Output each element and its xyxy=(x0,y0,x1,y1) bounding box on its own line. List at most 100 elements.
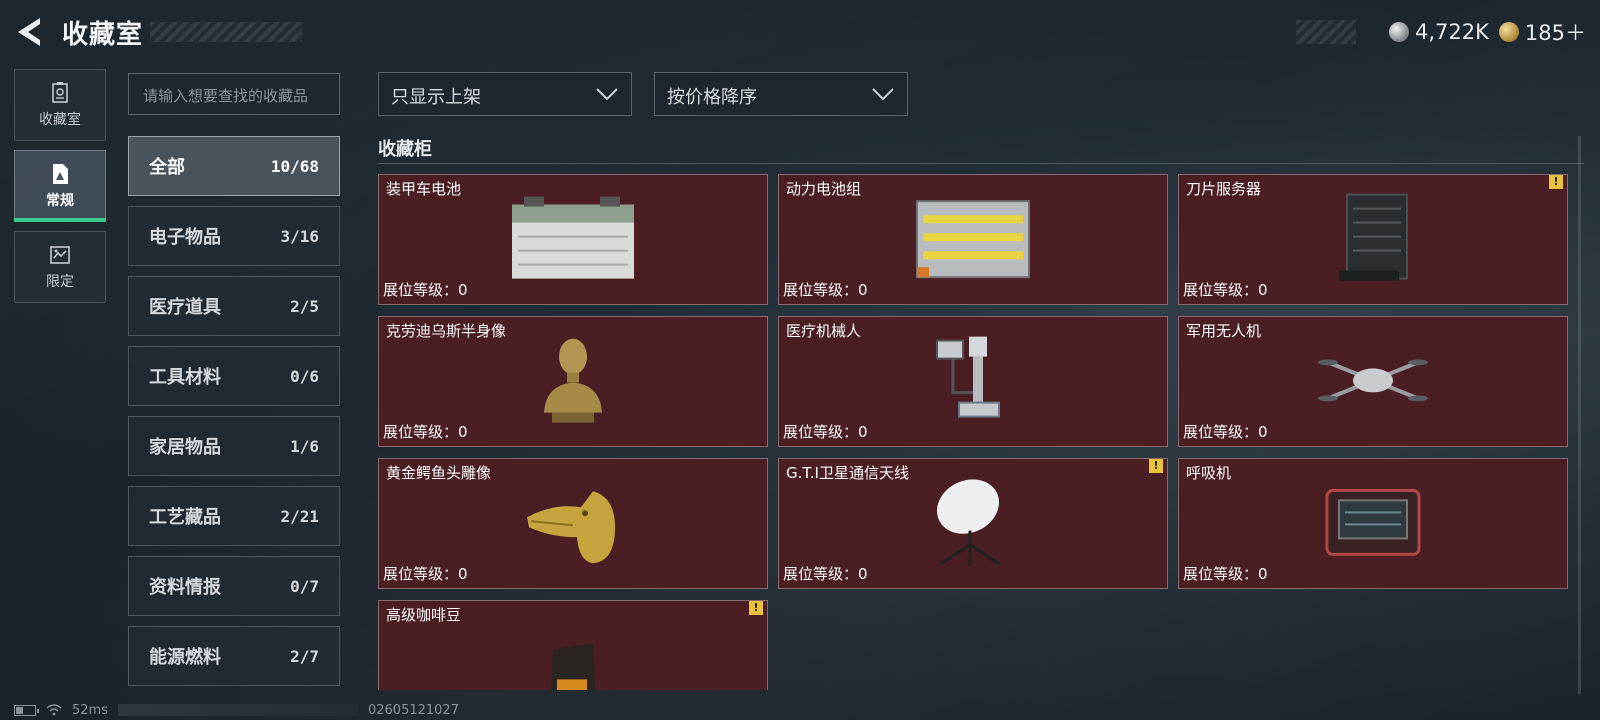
item-name: 高级咖啡豆 xyxy=(386,606,462,624)
shelf-filter-dropdown[interactable]: 只显示上架 xyxy=(378,72,632,116)
collection-card[interactable]: 高级咖啡豆 ! 展位等级：0 xyxy=(378,600,768,690)
category-household[interactable]: 家居物品 1/6 xyxy=(128,416,340,476)
category-count: 1/6 xyxy=(290,436,319,456)
bust-icon xyxy=(544,338,602,423)
category-tools[interactable]: 工具材料 0/6 xyxy=(128,346,340,406)
silver-currency: 4,722K xyxy=(1389,20,1489,44)
silver-currency-value: 4,722K xyxy=(1415,20,1489,44)
collection-card[interactable]: 医疗机械人 展位等级：0 xyxy=(778,316,1168,447)
item-name: 呼吸机 xyxy=(1186,464,1232,482)
item-name: 医疗机械人 xyxy=(786,322,862,340)
blade-server-icon xyxy=(1339,193,1408,281)
sort-order-dropdown[interactable]: 按价格降序 xyxy=(654,72,908,116)
collection-room-icon xyxy=(52,82,68,103)
category-name: 医疗道具 xyxy=(149,297,221,318)
category-name: 工具材料 xyxy=(149,367,221,388)
medical-robot-icon xyxy=(936,336,1000,418)
left-nav: 收藏室 常规 限定 xyxy=(14,69,106,312)
search-placeholder: 请输入想要查找的收藏品 xyxy=(143,87,309,105)
scrollbar[interactable] xyxy=(1578,136,1581,694)
alert-icon: ! xyxy=(1549,175,1563,189)
back-button[interactable] xyxy=(14,16,44,48)
power-battery-pack-icon xyxy=(916,199,1030,278)
category-name: 家居物品 xyxy=(149,437,221,458)
section-divider xyxy=(378,163,1584,164)
booth-level: 展位等级：0 xyxy=(783,565,868,583)
nav-collection-room[interactable]: 收藏室 xyxy=(14,69,106,141)
nav-limited[interactable]: 限定 xyxy=(14,231,106,303)
item-name: 军用无人机 xyxy=(1186,322,1262,340)
booth-level: 展位等级：0 xyxy=(383,423,468,441)
battery-icon xyxy=(512,196,634,279)
gold-coin-icon xyxy=(1498,22,1519,42)
category-energy[interactable]: 能源燃料 2/7 xyxy=(128,626,340,686)
build-number: 02605121027 xyxy=(367,702,459,718)
collection-grid: 装甲车电池 展位等级：0 动力电池组 展位等级：0 刀片服务器 ! 展位等级：0… xyxy=(378,174,1568,690)
back-arrow-icon xyxy=(18,18,40,46)
category-list: 全部 10/68 电子物品 3/16 医疗道具 2/5 工具材料 0/6 家居物… xyxy=(128,136,340,696)
item-name: 动力电池组 xyxy=(786,180,862,198)
collection-card[interactable]: 装甲车电池 展位等级：0 xyxy=(378,174,768,305)
page-title: 收藏室 xyxy=(62,20,144,50)
drone-icon xyxy=(1318,358,1428,401)
battery-status-icon xyxy=(14,704,39,716)
collection-card[interactable]: 刀片服务器 ! 展位等级：0 xyxy=(1178,174,1568,305)
alert-icon: ! xyxy=(749,601,763,615)
category-electronics[interactable]: 电子物品 3/16 xyxy=(128,206,340,266)
regular-icon xyxy=(53,164,68,184)
gold-currency[interactable]: 185＋ xyxy=(1498,17,1586,47)
booth-level: 展位等级：0 xyxy=(783,281,868,299)
wifi-icon xyxy=(46,704,62,716)
item-name: 黄金鳄鱼头雕像 xyxy=(386,464,492,482)
collection-card[interactable]: 克劳迪乌斯半身像 展位等级：0 xyxy=(378,316,768,447)
category-count: 0/7 xyxy=(290,576,319,596)
crocodile-statue-icon xyxy=(527,490,615,563)
category-name: 全部 xyxy=(149,157,185,178)
collection-card[interactable]: G.T.I卫星通信天线 ! 展位等级：0 xyxy=(778,458,1168,589)
category-count: 2/21 xyxy=(280,506,319,526)
booth-level: 展位等级：0 xyxy=(1183,565,1268,583)
category-name: 资料情报 xyxy=(149,577,221,598)
category-count: 10/68 xyxy=(270,156,319,176)
silver-coin-icon xyxy=(1389,22,1410,42)
category-medical[interactable]: 医疗道具 2/5 xyxy=(128,276,340,336)
status-bar: 52ms 02605121027 xyxy=(14,702,614,718)
currency-bar: 4,722K 185＋ xyxy=(1296,17,1586,47)
category-crafts[interactable]: 工艺藏品 2/21 xyxy=(128,486,340,546)
coffee-bag-icon xyxy=(550,642,596,690)
category-name: 工艺藏品 xyxy=(149,507,221,528)
shelf-filter-value: 只显示上架 xyxy=(391,87,481,108)
nav-collection-room-label: 收藏室 xyxy=(39,112,81,128)
collection-card[interactable]: 黄金鳄鱼头雕像 展位等级：0 xyxy=(378,458,768,589)
ventilator-icon xyxy=(1325,488,1421,556)
collection-card[interactable]: 军用无人机 展位等级：0 xyxy=(1178,316,1568,447)
limited-icon xyxy=(50,246,70,264)
category-all[interactable]: 全部 10/68 xyxy=(128,136,340,196)
header: 收藏室 4,722K 185＋ xyxy=(0,0,1600,64)
booth-level: 展位等级：0 xyxy=(1183,423,1268,441)
collection-card[interactable]: 呼吸机 展位等级：0 xyxy=(1178,458,1568,589)
booth-level: 展位等级：0 xyxy=(383,565,468,583)
sort-order-value: 按价格降序 xyxy=(667,87,757,108)
item-name: 刀片服务器 xyxy=(1186,180,1262,198)
chevron-down-icon xyxy=(872,88,894,101)
category-count: 0/6 xyxy=(290,366,319,386)
category-name: 能源燃料 xyxy=(149,647,221,668)
ping-value: 52ms xyxy=(72,702,108,718)
title-decoration xyxy=(150,22,302,42)
nav-regular[interactable]: 常规 xyxy=(14,150,106,222)
nav-limited-label: 限定 xyxy=(46,274,74,290)
item-name: 克劳迪乌斯半身像 xyxy=(386,322,507,340)
nav-regular-label: 常规 xyxy=(46,193,74,209)
alert-icon: ! xyxy=(1149,459,1163,473)
item-name: G.T.I卫星通信天线 xyxy=(786,464,909,482)
satellite-dish-icon xyxy=(936,478,1001,567)
booth-level: 展位等级：0 xyxy=(383,281,468,299)
category-intel[interactable]: 资料情报 0/7 xyxy=(128,556,340,616)
collection-card[interactable]: 动力电池组 展位等级：0 xyxy=(778,174,1168,305)
category-count: 2/5 xyxy=(290,296,319,316)
search-input[interactable]: 请输入想要查找的收藏品 xyxy=(128,73,340,115)
category-count: 3/16 xyxy=(280,226,319,246)
item-name: 装甲车电池 xyxy=(386,180,462,198)
currency-decoration xyxy=(1296,20,1356,44)
